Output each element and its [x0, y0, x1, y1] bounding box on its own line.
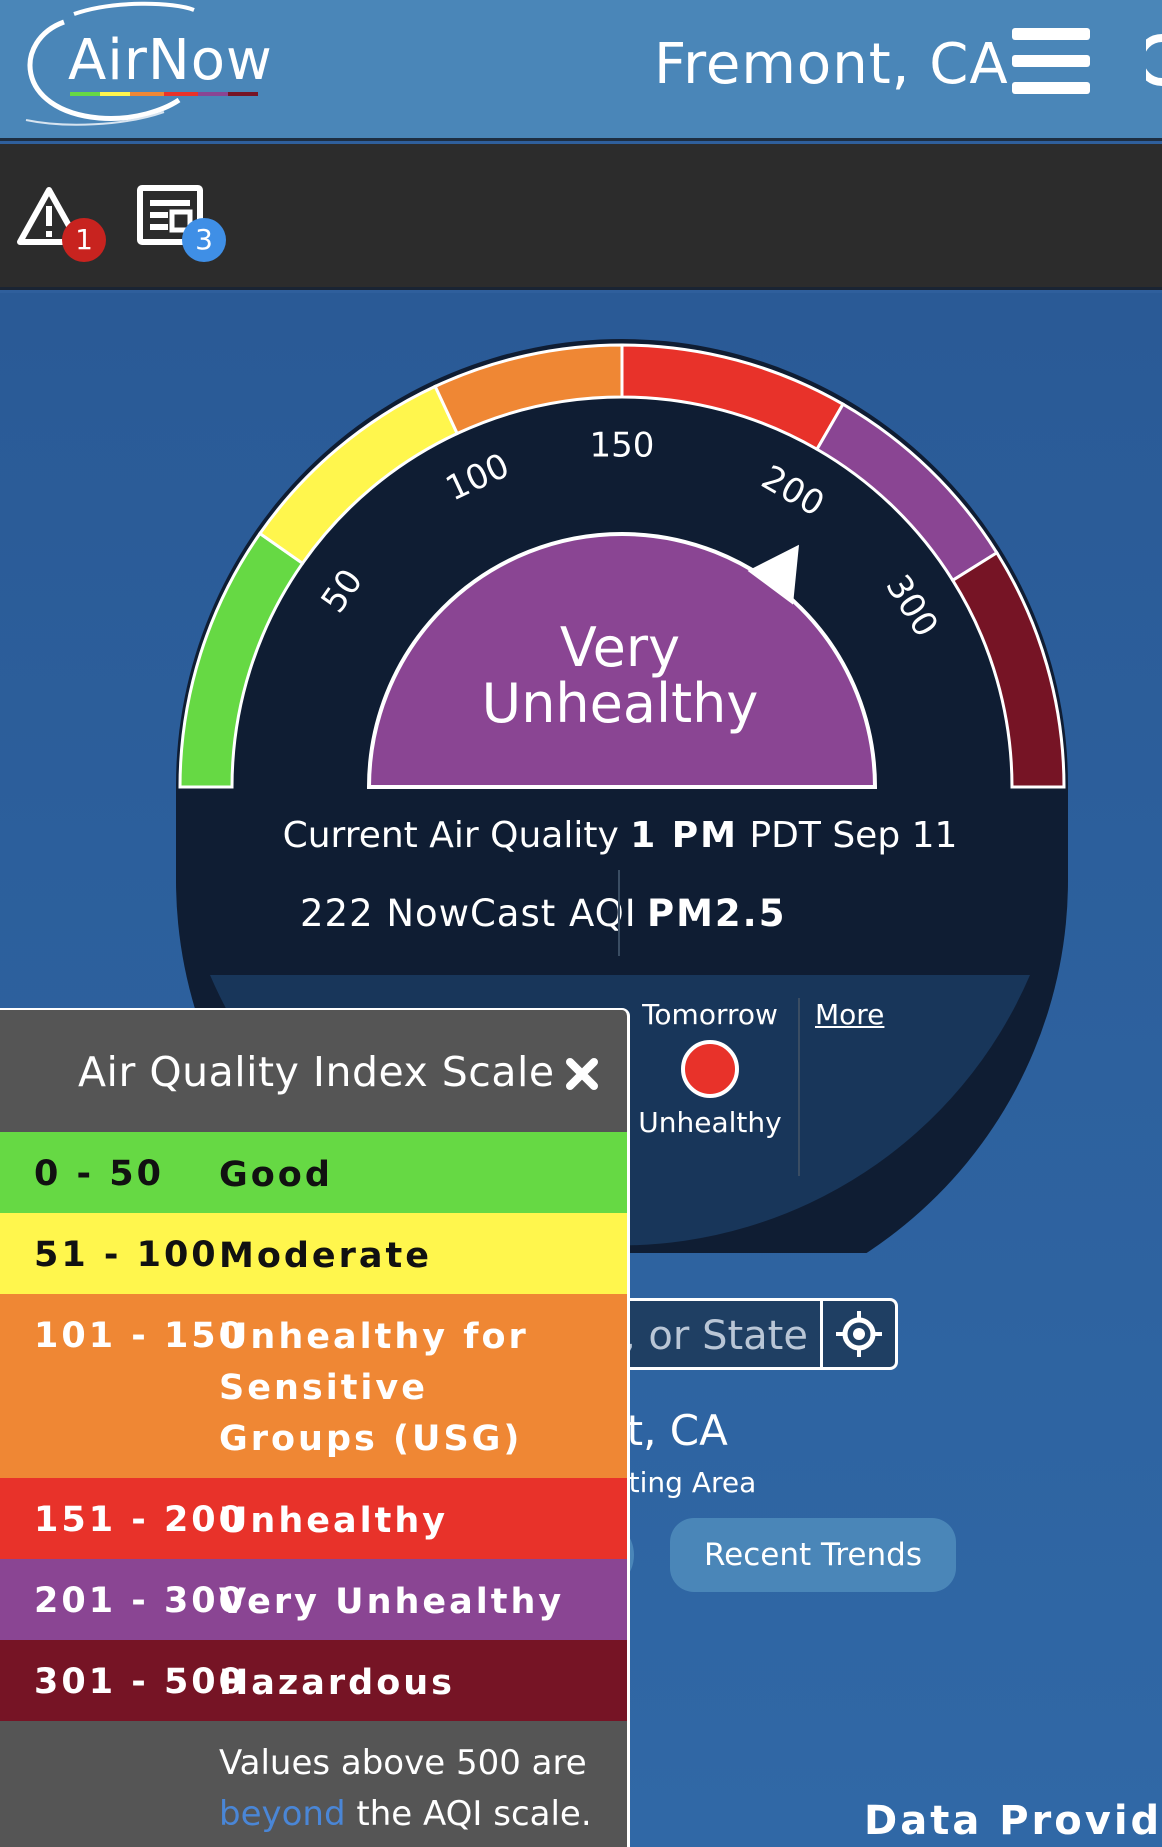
beyond-link[interactable]: beyond [219, 1794, 346, 1834]
scale-note-line1: Values above 500 are [219, 1743, 587, 1783]
gauge-tick-label: 150 [590, 426, 655, 466]
hamburger-menu-icon[interactable] [1012, 28, 1090, 94]
scale-row: 0 - 50 Good [0, 1132, 627, 1213]
close-icon[interactable] [562, 1054, 602, 1094]
divider [798, 998, 800, 1176]
toolbar [0, 144, 1162, 290]
logo-text[interactable]: AirNow [68, 28, 273, 93]
gauge-category: Very Unhealthy [370, 620, 870, 732]
gauge-category-line2: Unhealthy [481, 672, 759, 735]
recent-trends-button[interactable]: Recent Trends [670, 1518, 956, 1592]
scale-category: Good [219, 1155, 333, 1195]
scale-category: Unhealthy for Sensitive Groups (USG) [219, 1317, 529, 1459]
scale-range: 0 - 50 [34, 1154, 164, 1194]
aqi-scale-panel: Air Quality Index Scale 0 - 50 Good 51 - 1… [0, 1008, 630, 1847]
scale-category: Hazardous [219, 1663, 456, 1703]
current-date: PDT Sep 11 [749, 815, 958, 856]
more-forecast-link[interactable]: More [815, 998, 884, 1031]
scale-note-line2: beyond the AQI scale. [219, 1789, 592, 1840]
current-air-quality: Current Air Quality 1 PM PDT Sep 11 [200, 815, 1040, 856]
scale-range: 151 - 200 [34, 1500, 247, 1540]
scale-row: 101 - 150 Unhealthy for Sensitive Groups … [0, 1294, 627, 1478]
nowcast-aqi: 222 NowCast AQI [300, 892, 637, 935]
search-placeholder: , or State [623, 1313, 808, 1359]
scale-range: 101 - 150 [34, 1316, 247, 1356]
scale-range: 201 - 300 [34, 1581, 247, 1621]
pollutant-label: PM2.5 [647, 892, 787, 935]
page-title: Fremont, CA [654, 32, 1009, 97]
scale-note: Values above 500 are beyond the AQI scal… [219, 1738, 592, 1840]
scale-row: 151 - 200 Unhealthy [0, 1478, 627, 1559]
scale-category: Moderate [219, 1236, 433, 1276]
scale-range: 51 - 100 [34, 1235, 219, 1275]
scale-title: Air Quality Index Scale [78, 1048, 555, 1096]
data-provider-heading: Data Provider [864, 1798, 1162, 1844]
current-label: Current Air Quality [282, 815, 619, 856]
forecast-day-label[interactable]: Tomorrow [630, 998, 790, 1031]
scale-category: Very Unhealthy [219, 1582, 565, 1622]
scale-row: 201 - 300 Very Unhealthy [0, 1559, 627, 1640]
scale-range: 301 - 500 [34, 1662, 247, 1702]
crosshair-icon [836, 1311, 882, 1357]
scale-row: 51 - 100 Moderate [0, 1213, 627, 1294]
forecast-category: Unhealthy [638, 1106, 782, 1139]
current-time: 1 PM [630, 815, 738, 856]
scale-note-suffix: the AQI scale. [356, 1794, 592, 1834]
scale-row: 301 - 500 Hazardous [0, 1640, 627, 1721]
app-header: AirNow Fremont, CA [0, 0, 1162, 141]
scale-category: Unhealthy [219, 1501, 449, 1541]
news-count-badge[interactable]: 3 [182, 218, 226, 262]
gauge-category-line1: Very [559, 616, 681, 679]
divider [618, 870, 620, 956]
search-icon[interactable] [1146, 30, 1162, 90]
alerts-count-badge[interactable]: 1 [62, 218, 106, 262]
locate-me-button[interactable] [820, 1298, 898, 1370]
logo-color-bar [70, 92, 258, 96]
forecast-category-dot[interactable] [681, 1040, 739, 1098]
